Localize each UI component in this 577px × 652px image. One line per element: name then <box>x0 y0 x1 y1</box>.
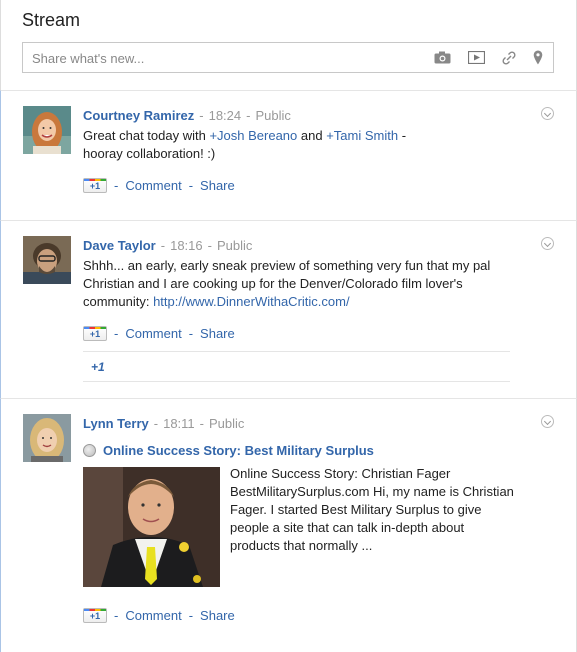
author-name[interactable]: Lynn Terry <box>83 416 149 431</box>
post-meta: Dave Taylor -18:16- Public <box>83 238 252 253</box>
attachment-title-text[interactable]: Online Success Story: Best Military Surp… <box>103 443 374 458</box>
post-actions: +1- Comment - Share <box>83 178 235 193</box>
visibility-label[interactable]: Public <box>209 416 244 431</box>
action-separator: - <box>114 608 119 623</box>
share-link[interactable]: Share <box>200 608 235 623</box>
action-separator: - <box>188 608 194 623</box>
post-text: Great chat today with +Josh Bereano and … <box>83 127 423 163</box>
post-menu-chevron-icon[interactable] <box>541 107 554 120</box>
avatar[interactable] <box>23 106 71 154</box>
post-meta: Lynn Terry -18:11- Public <box>83 416 244 431</box>
stream-header: Stream Share what's new... <box>0 0 577 90</box>
action-separator: - <box>188 326 194 341</box>
author-name[interactable]: Dave Taylor <box>83 238 156 253</box>
post-text-segment: and <box>297 128 327 143</box>
post-card: Lynn Terry -18:11- Public Online Success S… <box>0 398 577 652</box>
share-icons <box>434 50 543 65</box>
attachment-snippet: Online Success Story: Christian Fager Be… <box>230 466 514 553</box>
avatar[interactable] <box>23 236 71 284</box>
globe-icon <box>83 444 96 457</box>
attachment-thumbnail[interactable] <box>83 467 220 587</box>
post-menu-chevron-icon[interactable] <box>541 415 554 428</box>
meta-separator: - <box>207 238 212 253</box>
avatar[interactable] <box>23 414 71 462</box>
share-input[interactable]: Share what's new... <box>22 42 554 73</box>
mention-link[interactable]: +Tami Smith <box>326 128 398 143</box>
post-actions: +1- Comment - Share <box>83 326 235 341</box>
author-name[interactable]: Courtney Ramirez <box>83 108 194 123</box>
post-time[interactable]: 18:11 <box>163 416 195 431</box>
post-link[interactable]: http://www.DinnerWithaCritic.com/ <box>153 294 350 309</box>
action-separator: - <box>114 178 119 193</box>
comment-link[interactable]: Comment <box>125 326 181 341</box>
post-actions: +1- Comment - Share <box>83 608 235 623</box>
post-time[interactable]: 18:16 <box>170 238 203 253</box>
comment-link[interactable]: Comment <box>125 608 181 623</box>
page-title: Stream <box>22 10 81 30</box>
meta-separator: - <box>199 416 205 431</box>
action-separator: - <box>114 326 119 341</box>
action-separator: - <box>188 178 194 193</box>
meta-separator: - <box>246 108 251 123</box>
plus-one-button[interactable]: +1 <box>83 326 107 341</box>
post-text-segment: Great chat today with <box>83 128 210 143</box>
post-card: Courtney Ramirez -18:24- Public Great chat… <box>0 90 577 220</box>
location-pin-icon[interactable] <box>533 50 543 65</box>
visibility-label[interactable]: Public <box>217 238 252 253</box>
post-menu-chevron-icon[interactable] <box>541 237 554 250</box>
attachment-title[interactable]: Online Success Story: Best Military Surp… <box>83 443 374 458</box>
share-link[interactable]: Share <box>200 178 235 193</box>
post-card: Dave Taylor -18:16- Public Shhh... an earl… <box>0 220 577 398</box>
plus-one-button[interactable]: +1 <box>83 608 107 623</box>
plus-one-summary-link[interactable]: +1 <box>91 360 105 374</box>
share-placeholder: Share what's new... <box>32 51 145 66</box>
meta-separator: - <box>153 416 159 431</box>
meta-separator: - <box>199 108 204 123</box>
mention-link[interactable]: +Josh Bereano <box>209 128 297 143</box>
plus-one-button[interactable]: +1 <box>83 178 107 193</box>
post-time[interactable]: 18:24 <box>209 108 242 123</box>
post-meta: Courtney Ramirez -18:24- Public <box>83 108 291 123</box>
share-link[interactable]: Share <box>200 326 235 341</box>
meta-separator: - <box>160 238 166 253</box>
camera-icon[interactable] <box>434 51 451 64</box>
video-icon[interactable] <box>468 51 485 64</box>
comment-link[interactable]: Comment <box>125 178 181 193</box>
link-icon[interactable] <box>502 50 516 65</box>
post-text: Shhh... an early, early sneak preview of… <box>83 257 513 311</box>
visibility-label[interactable]: Public <box>255 108 290 123</box>
plus-one-summary: +1 <box>83 351 510 382</box>
